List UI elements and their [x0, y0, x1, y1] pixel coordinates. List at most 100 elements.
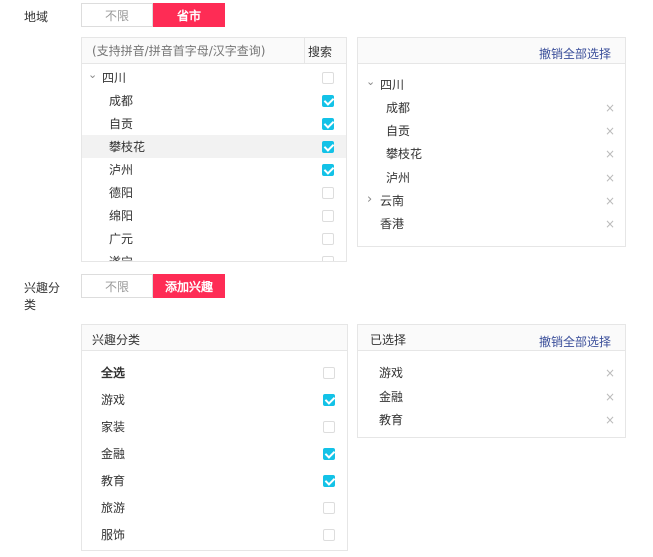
- tree-checkbox[interactable]: [322, 186, 334, 199]
- tree-label: 遂宁: [109, 255, 134, 262]
- tree-row-zigong[interactable]: 自贡: [82, 112, 346, 135]
- chevron-down-icon[interactable]: ⌄: [366, 75, 375, 88]
- close-icon[interactable]: ×: [605, 217, 615, 231]
- region-label: 地域: [24, 10, 49, 24]
- interest-label: 服饰: [101, 528, 126, 542]
- region-unlimited-button[interactable]: 不限: [81, 3, 153, 27]
- interest-selected-row: 游戏 ×: [358, 361, 625, 384]
- close-icon[interactable]: ×: [605, 171, 615, 185]
- interest-row-select-all[interactable]: 全选: [82, 361, 347, 384]
- region-search-bar: 搜索: [82, 38, 346, 64]
- interest-label: 全选: [101, 366, 126, 380]
- interest-checkbox[interactable]: [323, 420, 335, 433]
- tree-row-panzhihua[interactable]: 攀枝花: [82, 135, 346, 158]
- interest-label: 家装: [101, 420, 126, 434]
- selected-label: 云南: [380, 194, 405, 208]
- interest-row-travel[interactable]: 旅游: [82, 496, 347, 519]
- add-interest-button[interactable]: 添加兴趣: [153, 274, 225, 298]
- close-icon[interactable]: ×: [605, 413, 615, 427]
- close-icon[interactable]: ×: [605, 390, 615, 404]
- interest-label-line1: 兴趣分: [24, 281, 61, 295]
- interest-label: 教育: [101, 474, 126, 488]
- selected-label: 成都: [386, 101, 411, 115]
- tree-row-deyang[interactable]: 德阳: [82, 181, 346, 204]
- tree-label: 广元: [109, 232, 134, 246]
- interest-row-finance[interactable]: 金融: [82, 442, 347, 465]
- region-search-input[interactable]: [82, 38, 306, 63]
- selected-label: 游戏: [379, 366, 404, 380]
- tree-checkbox[interactable]: [322, 117, 334, 130]
- region-clear-all-link[interactable]: 撤销全部选择: [539, 45, 611, 62]
- selected-row-xianggang: 香港 ×: [358, 212, 625, 235]
- interest-selected-header: 已选择 撤销全部选择: [358, 325, 625, 351]
- tree-checkbox[interactable]: [322, 163, 334, 176]
- interest-row-home[interactable]: 家装: [82, 415, 347, 438]
- interest-panel-title: 兴趣分类: [92, 333, 141, 347]
- region-search-button[interactable]: 搜索: [308, 43, 332, 60]
- tree-row-guangyuan[interactable]: 广元: [82, 227, 346, 250]
- region-toggle: 不限 省市: [81, 3, 225, 27]
- region-selected-panel: 撤销全部选择 ⌄ 四川 成都 × 自贡 × 攀枝花 × 泸州 × › 云南 × …: [357, 37, 626, 247]
- interest-label: 金融: [101, 447, 126, 461]
- close-icon[interactable]: ×: [605, 101, 615, 115]
- tree-checkbox[interactable]: [322, 255, 334, 261]
- tree-row-sichuan[interactable]: ⌄ 四川: [82, 66, 346, 89]
- selected-row-panzhihua: 攀枝花 ×: [358, 142, 625, 165]
- interest-list-header: 兴趣分类: [82, 325, 347, 351]
- region-selected-header: 撤销全部选择: [358, 38, 625, 64]
- interest-selected-title: 已选择: [370, 333, 407, 347]
- interest-clear-all-link[interactable]: 撤销全部选择: [539, 333, 611, 350]
- interest-selected-row: 教育 ×: [358, 408, 625, 431]
- tree-checkbox[interactable]: [322, 94, 334, 107]
- interest-list-panel: 兴趣分类 全选 游戏 家装 金融 教育 旅游 服饰: [81, 324, 348, 551]
- close-icon[interactable]: ×: [605, 124, 615, 138]
- selected-label: 攀枝花: [386, 147, 423, 161]
- interest-checkbox[interactable]: [323, 393, 335, 406]
- selected-label: 香港: [380, 217, 405, 231]
- selected-row-chengdu: 成都 ×: [358, 96, 625, 119]
- tree-label: 四川: [102, 71, 127, 85]
- close-icon[interactable]: ×: [605, 366, 615, 380]
- interest-unlimited-button[interactable]: 不限: [81, 274, 153, 298]
- close-icon[interactable]: ×: [605, 194, 615, 208]
- tree-label: 攀枝花: [109, 140, 146, 154]
- selected-row-sichuan: ⌄ 四川: [358, 73, 625, 96]
- tree-row-chengdu[interactable]: 成都: [82, 89, 346, 112]
- interest-checkbox[interactable]: [323, 501, 335, 514]
- selected-label: 四川: [380, 78, 405, 92]
- selected-row-luzhou: 泸州 ×: [358, 166, 625, 189]
- selected-label: 教育: [379, 413, 404, 427]
- tree-checkbox[interactable]: [322, 209, 334, 222]
- interest-checkbox[interactable]: [323, 447, 335, 460]
- region-province-city-button[interactable]: 省市: [153, 3, 225, 27]
- tree-row-suining[interactable]: 遂宁: [82, 250, 346, 262]
- tree-label: 自贡: [109, 117, 134, 131]
- tree-row-luzhou[interactable]: 泸州: [82, 158, 346, 181]
- tree-row-mianyang[interactable]: 绵阳: [82, 204, 346, 227]
- chevron-right-icon[interactable]: ›: [367, 192, 372, 207]
- tree-label: 泸州: [109, 163, 134, 177]
- selected-label: 自贡: [386, 124, 411, 138]
- selected-row-yunnan: › 云南 ×: [358, 189, 625, 212]
- interest-row-game[interactable]: 游戏: [82, 388, 347, 411]
- interest-label: 旅游: [101, 501, 126, 515]
- select-all-checkbox[interactable]: [323, 366, 335, 379]
- tree-label: 绵阳: [109, 209, 134, 223]
- interest-selected-panel: 已选择 撤销全部选择 游戏 × 金融 × 教育 ×: [357, 324, 626, 438]
- close-icon[interactable]: ×: [605, 147, 615, 161]
- region-tree-panel: 搜索 ⌄ 四川 成都 自贡 攀枝花 泸州 德阳 绵阳: [81, 37, 347, 262]
- interest-label: 游戏: [101, 393, 126, 407]
- interest-row-education[interactable]: 教育: [82, 469, 347, 492]
- interest-row-apparel[interactable]: 服饰: [82, 523, 347, 546]
- tree-label: 德阳: [109, 186, 134, 200]
- tree-checkbox[interactable]: [322, 140, 334, 153]
- interest-checkbox[interactable]: [323, 474, 335, 487]
- interest-label-line2: 类: [24, 298, 37, 312]
- selected-row-zigong: 自贡 ×: [358, 119, 625, 142]
- chevron-down-icon[interactable]: ⌄: [88, 68, 97, 81]
- tree-label: 成都: [109, 94, 134, 108]
- selected-label: 泸州: [386, 171, 411, 185]
- interest-checkbox[interactable]: [323, 528, 335, 541]
- tree-checkbox[interactable]: [322, 71, 334, 84]
- tree-checkbox[interactable]: [322, 232, 334, 245]
